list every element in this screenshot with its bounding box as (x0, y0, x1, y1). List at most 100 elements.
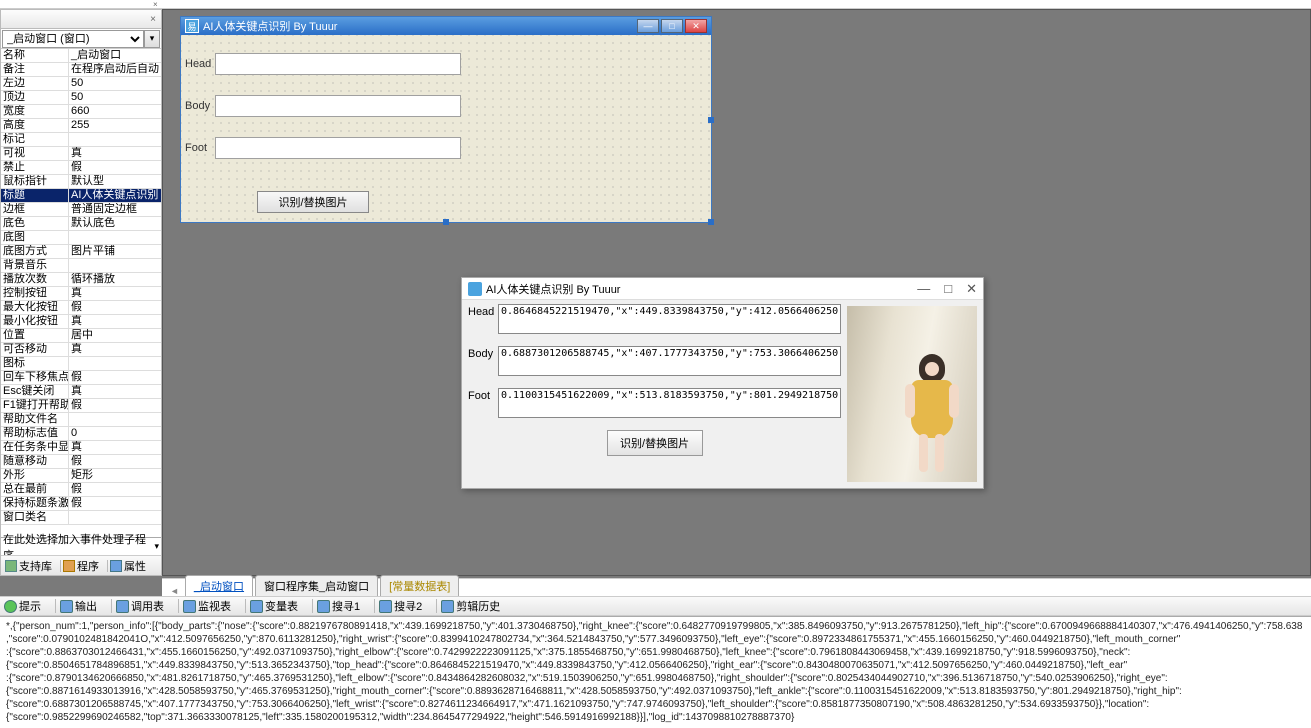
toolbar-item[interactable]: 调用表 (116, 598, 164, 614)
property-row[interactable]: 底图方式图片平铺 (1, 245, 161, 259)
property-row[interactable]: 在任务条中显示真 (1, 441, 161, 455)
design-field-row: Body (185, 95, 461, 117)
property-row[interactable]: 外形矩形 (1, 469, 161, 483)
resize-handle-right[interactable] (708, 117, 714, 123)
resize-handle-bottom[interactable] (443, 219, 449, 225)
tab-lib[interactable]: 支持库 (19, 558, 52, 574)
property-row[interactable]: 播放次数循环播放 (1, 273, 161, 287)
property-row[interactable]: Esc键关闭真 (1, 385, 161, 399)
property-row[interactable]: 左边50 (1, 77, 161, 91)
property-row[interactable]: 边框普通固定边框 (1, 203, 161, 217)
document-tab[interactable]: _启动窗口 (185, 575, 253, 596)
output-pane[interactable]: *,{"person_num":1,"person_info":[{"body_… (0, 616, 1311, 728)
hint-button[interactable]: 提示 (4, 598, 41, 614)
runtime-field-row: Head0.8646845221519470,"x":449.833984375… (468, 304, 841, 334)
lib-icon (5, 560, 17, 572)
text-output[interactable]: 0.6887301206588745,"x":407.1777343750,"y… (498, 346, 841, 376)
maximize-icon[interactable]: □ (944, 281, 952, 297)
tab-prop[interactable]: 属性 (124, 558, 146, 574)
tool-icon (60, 600, 73, 613)
property-row[interactable]: 鼠标指针默认型 (1, 175, 161, 189)
text-output[interactable]: 0.8646845221519470,"x":449.8339843750,"y… (498, 304, 841, 334)
runtime-titlebar[interactable]: AI人体关键点识别 By Tuuur — □ ✕ (462, 278, 983, 300)
tab-prog[interactable]: 程序 (77, 558, 99, 574)
property-grid[interactable]: 名称_启动窗口备注在程序启动后自动左边50顶边50宽度660高度255标记可视真… (1, 49, 161, 537)
text-input[interactable] (215, 95, 461, 117)
prog-icon (63, 560, 75, 572)
property-row[interactable]: F1键打开帮助假 (1, 399, 161, 413)
tool-icon (183, 600, 196, 613)
left-bottom-tabs: 支持库 程序 属性 (1, 555, 161, 575)
toolbar-item[interactable]: 监视表 (183, 598, 231, 614)
property-row[interactable]: 随意移动假 (1, 455, 161, 469)
design-form[interactable]: 易 AI人体关键点识别 By Tuuur — □ ✕ FootBodyHead … (180, 16, 712, 223)
property-row[interactable]: 宽度660 (1, 105, 161, 119)
property-row[interactable]: 名称_启动窗口 (1, 49, 161, 63)
toolbar-item[interactable]: 变量表 (250, 598, 298, 614)
minimize-icon[interactable]: — (637, 19, 659, 33)
toolbar-item[interactable]: 搜寻1 (317, 598, 360, 614)
property-row[interactable]: 可否移动真 (1, 343, 161, 357)
property-row[interactable]: 底图 (1, 231, 161, 245)
tool-icon (250, 600, 263, 613)
document-tab[interactable]: [常量数据表] (380, 575, 459, 596)
toolbar-item[interactable]: 搜寻2 (379, 598, 422, 614)
object-combo[interactable]: _启动窗口 (窗口) (2, 30, 144, 48)
close-icon[interactable]: ✕ (966, 281, 977, 297)
property-row[interactable]: 顶边50 (1, 91, 161, 105)
property-row[interactable]: 总在最前假 (1, 483, 161, 497)
property-row[interactable]: 标题AI人体关键点识别 (1, 189, 161, 203)
field-label: Body (185, 100, 215, 112)
maximize-icon[interactable]: □ (661, 19, 683, 33)
runtime-image (847, 306, 977, 482)
left-panel: × _启动窗口 (窗口) ▾ 名称_启动窗口备注在程序启动后自动左边50顶边50… (0, 9, 162, 576)
field-label: Head (468, 304, 498, 318)
minimize-icon[interactable]: — (917, 281, 930, 297)
runtime-field-row: Foot0.1100315451622009,"x":513.818359375… (468, 388, 841, 418)
tab-scroll-left-icon[interactable]: ◄ (170, 586, 179, 596)
design-body[interactable]: Foot Body Head 识别/替换图片 (181, 35, 711, 222)
panel-close-icon[interactable]: × (153, 0, 161, 8)
runtime-window: AI人体关键点识别 By Tuuur — □ ✕ Head0.864684522… (461, 277, 984, 489)
property-row[interactable]: 备注在程序启动后自动 (1, 63, 161, 77)
document-tab[interactable]: 窗口程序集_启动窗口 (255, 575, 378, 596)
tool-icon (379, 600, 392, 613)
property-row[interactable]: 最大化按钮假 (1, 301, 161, 315)
property-row[interactable]: 帮助文件名 (1, 413, 161, 427)
toolbar-item[interactable]: 剪辑历史 (441, 598, 500, 614)
property-row[interactable]: 背景音乐 (1, 259, 161, 273)
app-icon (468, 282, 482, 296)
property-row[interactable]: 窗口类名 (1, 511, 161, 525)
event-selector[interactable]: 在此处选择加入事件处理子程序 ▾ (1, 537, 161, 555)
field-label: Body (468, 346, 498, 360)
recognize-button[interactable]: 识别/替换图片 (257, 191, 369, 213)
chevron-down-icon: ▾ (154, 541, 159, 552)
close-icon[interactable]: ✕ (685, 19, 707, 33)
document-tabs: ◄ _启动窗口窗口程序集_启动窗口[常量数据表] (162, 578, 1311, 596)
text-input[interactable] (215, 137, 461, 159)
property-row[interactable]: 标记 (1, 133, 161, 147)
panel-close-icon[interactable]: × (147, 14, 159, 25)
design-field-row: Head (185, 53, 461, 75)
field-label: Foot (468, 388, 498, 402)
property-row[interactable]: 高度255 (1, 119, 161, 133)
toolbar-item[interactable]: 输出 (60, 598, 97, 614)
property-row[interactable]: 底色默认底色 (1, 217, 161, 231)
property-row[interactable]: 可视真 (1, 147, 161, 161)
property-row[interactable]: 帮助标志值0 (1, 427, 161, 441)
property-row[interactable]: 禁止假 (1, 161, 161, 175)
property-row[interactable]: 位置居中 (1, 329, 161, 343)
property-row[interactable]: 保持标题条激活假 (1, 497, 161, 511)
text-input[interactable] (215, 53, 461, 75)
field-label: Foot (185, 142, 215, 154)
resize-handle-corner[interactable] (708, 219, 714, 225)
left-panel-header: × (1, 10, 161, 29)
property-row[interactable]: 图标 (1, 357, 161, 371)
recognize-button[interactable]: 识别/替换图片 (607, 430, 703, 456)
text-output[interactable]: 0.1100315451622009,"x":513.8183593750,"y… (498, 388, 841, 418)
property-row[interactable]: 最小化按钮真 (1, 315, 161, 329)
design-field-row: Foot (185, 137, 461, 159)
property-row[interactable]: 回车下移焦点假 (1, 371, 161, 385)
property-row[interactable]: 控制按钮真 (1, 287, 161, 301)
combo-down-icon[interactable]: ▾ (144, 30, 160, 48)
